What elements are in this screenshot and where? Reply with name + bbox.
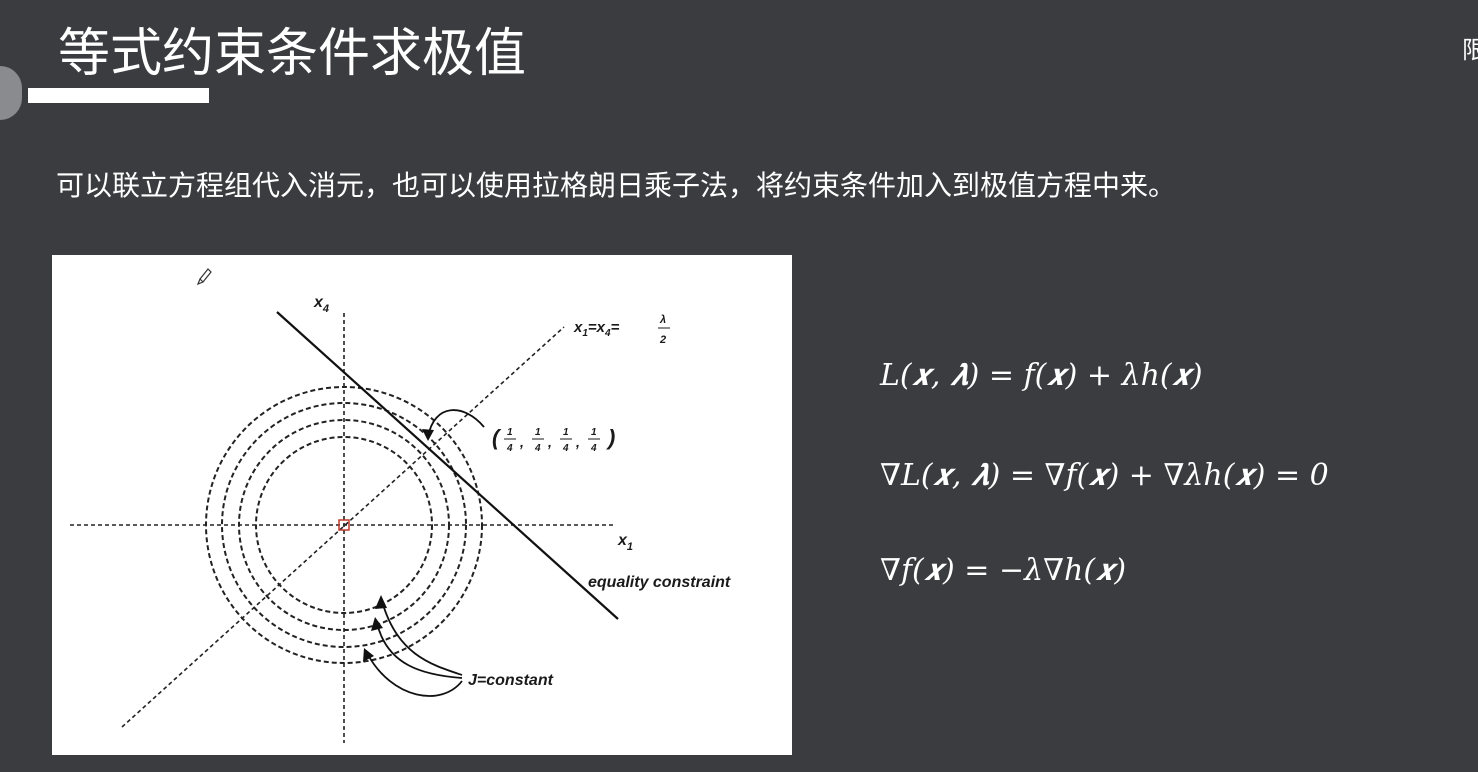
lagrangian-equation: L(𝒙, 𝝀) = f(𝒙) + λh(𝒙) bbox=[880, 358, 1203, 393]
constraint-diagram-svg: x4 x1 x1=x4= λ 2 ( 1 4 , 1 4 , 1 4 , 1 4… bbox=[70, 268, 731, 743]
tangent-point-num: 1 bbox=[563, 427, 569, 438]
x1-axis-label: x1 bbox=[617, 532, 633, 553]
tangent-point-num: 1 bbox=[535, 427, 541, 438]
tangent-point-label: ( 1 4 , 1 4 , 1 4 , 1 4 ) bbox=[492, 425, 615, 454]
slide-side-tab bbox=[0, 66, 22, 120]
contour-arrow bbox=[366, 652, 463, 697]
gradient-lagrangian-equation: ∇L(𝒙, 𝝀) = ∇f(𝒙) + ∇λh(𝒙) = 0 bbox=[880, 458, 1329, 493]
slide-title: 等式约束条件求极值 bbox=[58, 24, 527, 84]
tangent-point-comma: , bbox=[519, 434, 524, 450]
tangent-point-arrow bbox=[427, 409, 485, 438]
tangent-point-den: 4 bbox=[534, 443, 541, 454]
x4-axis-label: x4 bbox=[313, 294, 329, 315]
title-underline bbox=[28, 88, 209, 103]
contour-arrowhead bbox=[375, 595, 387, 609]
tangent-point-num: 1 bbox=[507, 427, 513, 438]
diagonal-label: x1=x4= bbox=[573, 319, 620, 339]
contour-arrow bbox=[381, 600, 463, 676]
pencil-cursor-icon bbox=[196, 268, 212, 286]
constraint-diagram: x4 x1 x1=x4= λ 2 ( 1 4 , 1 4 , 1 4 , 1 4… bbox=[52, 255, 792, 755]
tangent-point-num: 1 bbox=[591, 427, 597, 438]
cut-off-corner-text: 限 bbox=[1462, 36, 1478, 64]
tangent-point-den: 4 bbox=[562, 443, 569, 454]
lambda-numerator: λ bbox=[659, 314, 666, 326]
lambda-denominator: 2 bbox=[659, 334, 666, 346]
tangent-point-open-paren: ( bbox=[492, 425, 502, 450]
gradient-condition-equation: ∇f(𝒙) = −λ∇h(𝒙) bbox=[880, 553, 1127, 588]
equality-constraint-line bbox=[276, 311, 619, 620]
contour-label: J=constant bbox=[468, 672, 554, 689]
equality-constraint-label: equality constraint bbox=[588, 574, 731, 591]
tangent-point-den: 4 bbox=[590, 443, 597, 454]
slide-subtitle: 可以联立方程组代入消元，也可以使用拉格朗日乘子法，将约束条件加入到极值方程中来。 bbox=[56, 169, 1177, 202]
tangent-point-close-paren: ) bbox=[606, 425, 615, 450]
tangent-point-arrowhead bbox=[422, 429, 434, 441]
tangent-point-comma: , bbox=[575, 434, 580, 450]
tangent-point-comma: , bbox=[547, 434, 552, 450]
contour-arrowhead bbox=[371, 617, 383, 631]
tangent-point-den: 4 bbox=[506, 443, 513, 454]
